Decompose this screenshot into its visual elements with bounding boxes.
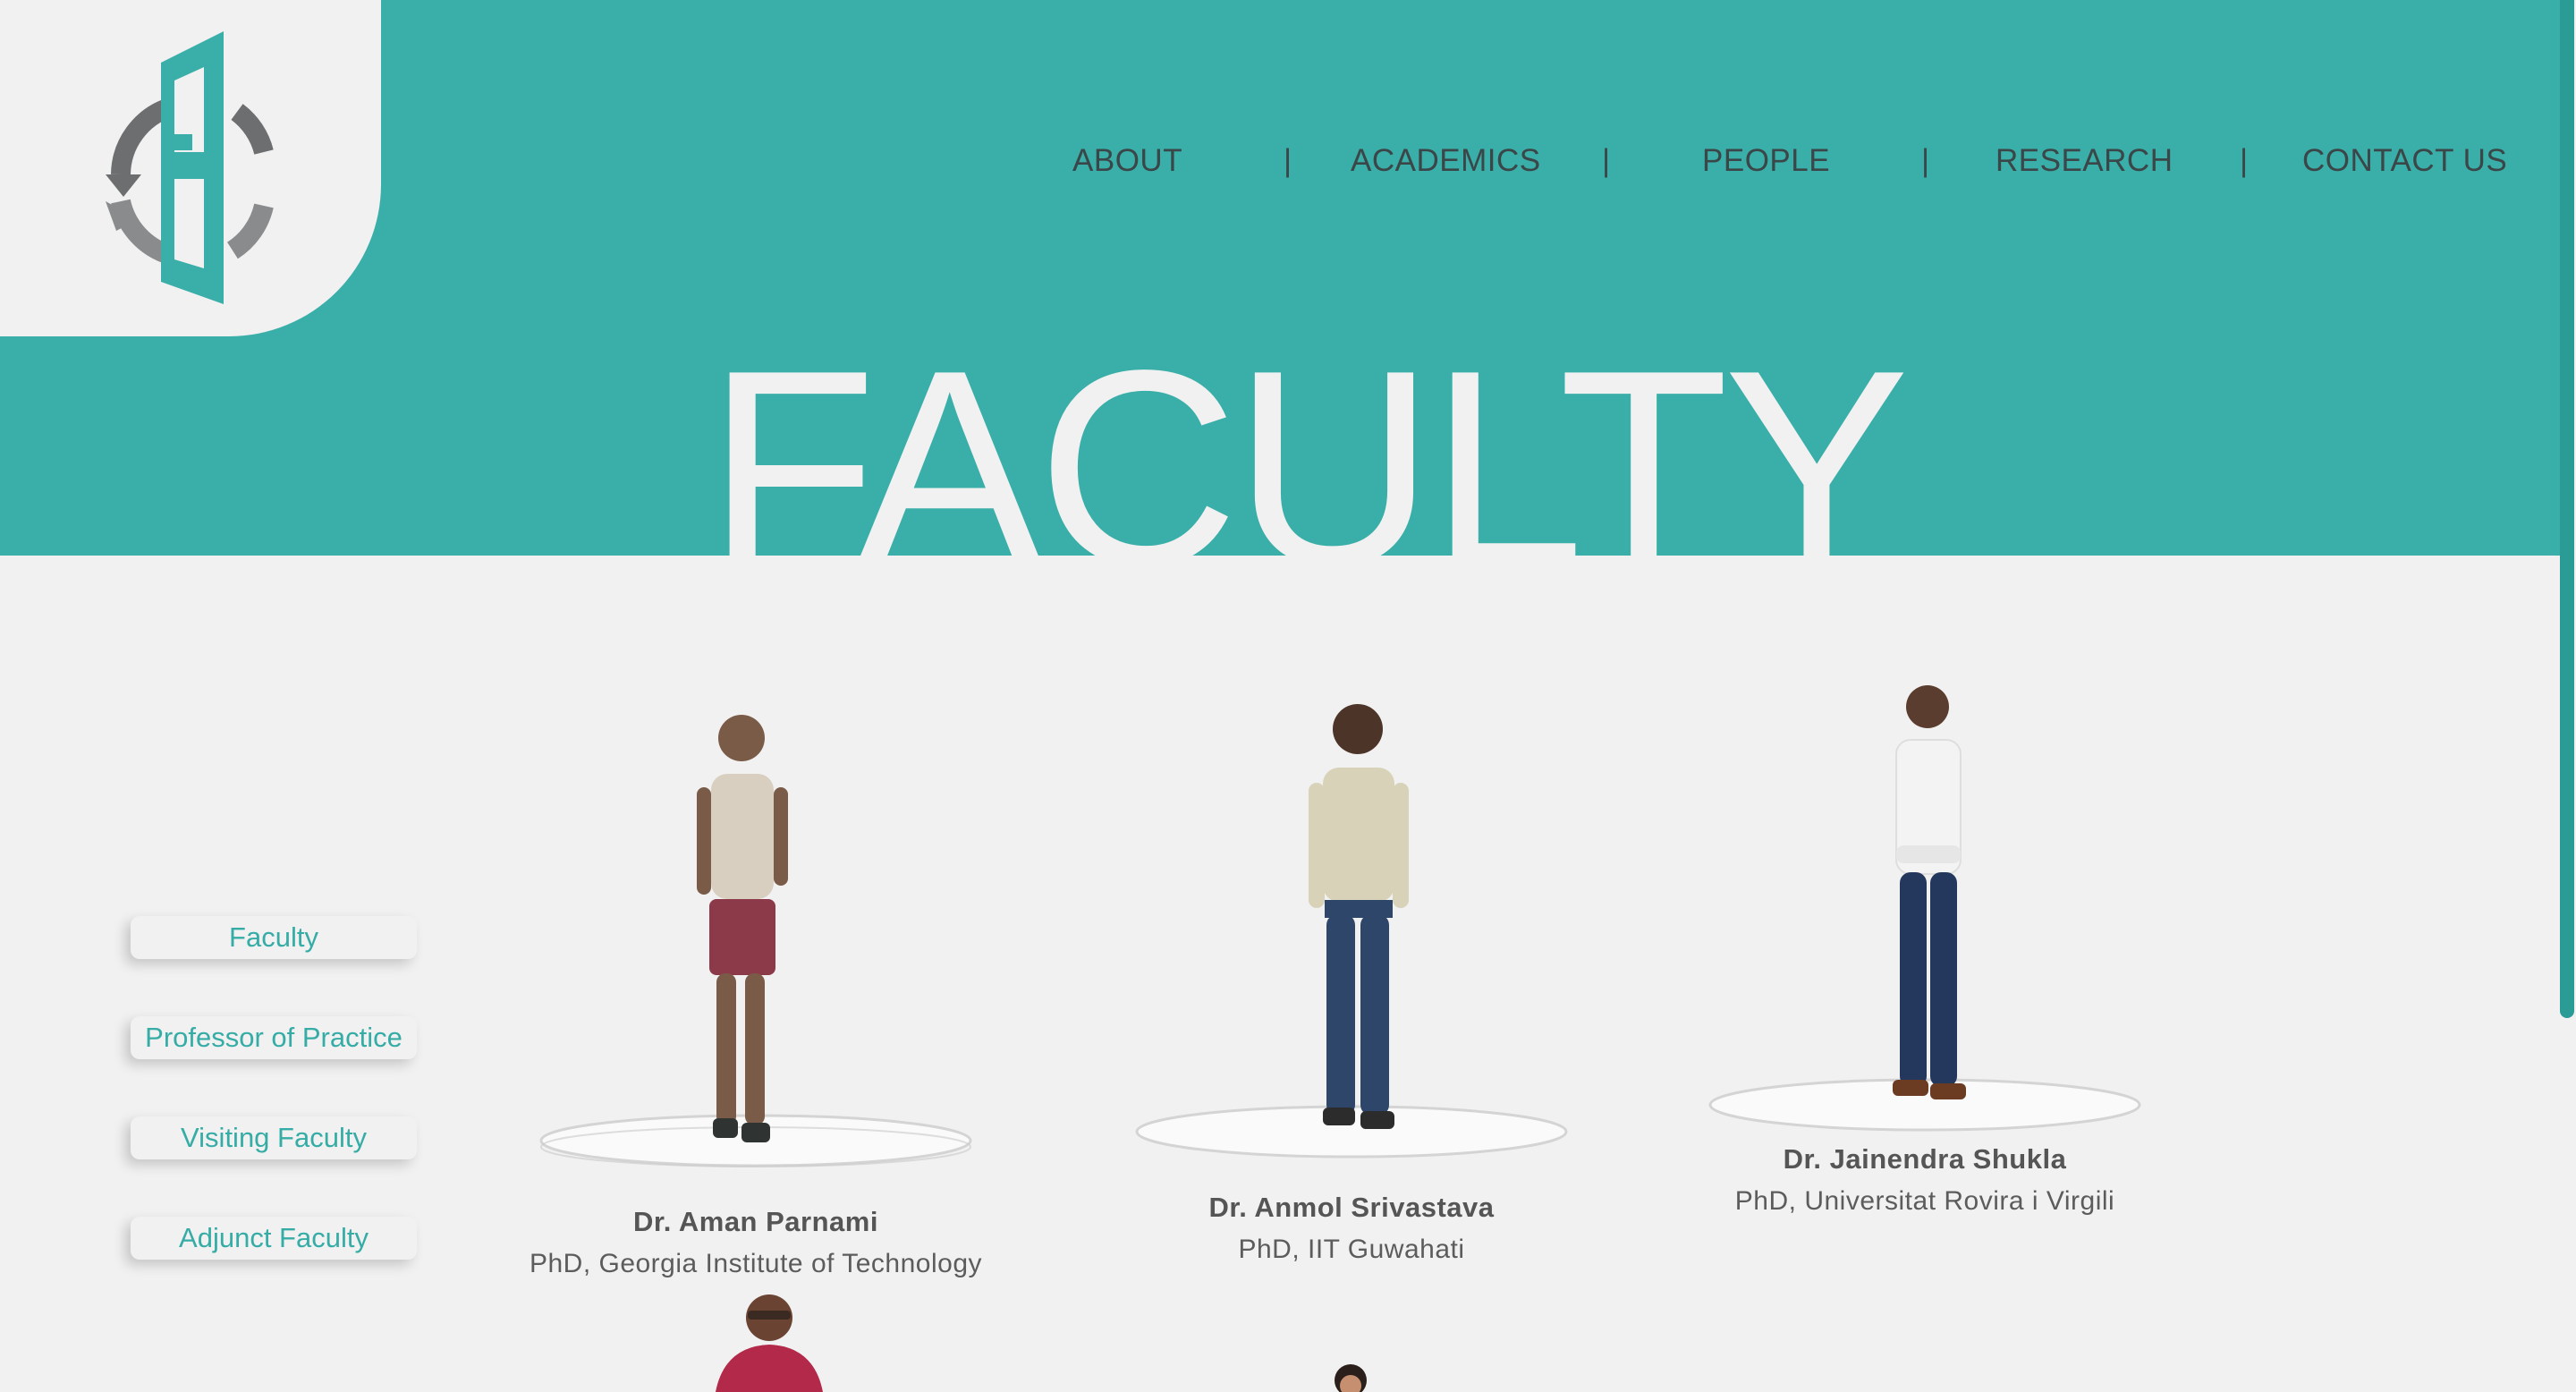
nav-people[interactable]: PEOPLE [1702, 143, 1830, 179]
filter-faculty-button[interactable]: Faculty [131, 916, 417, 959]
faculty-card[interactable]: Dr. Anmol Srivastava PhD, IIT Guwahati [1101, 680, 1602, 1264]
faculty-card[interactable]: Dr. Aman Parnami PhD, Georgia Institute … [505, 689, 1006, 1278]
faculty-card[interactable]: Dr. Jainendra Shukla PhD, Universitat Ro… [1674, 666, 2175, 1221]
nav-contact-us[interactable]: CONTACT US [2302, 143, 2507, 179]
filter-professor-of-practice-button[interactable]: Professor of Practice [131, 1016, 417, 1059]
faculty-photo-partial [1335, 1364, 1367, 1392]
nav-about[interactable]: ABOUT [1072, 143, 1182, 179]
scrollbar-thumb[interactable] [2560, 0, 2574, 1018]
nav-separator: | [1602, 143, 1611, 178]
nav-separator: | [1921, 143, 1930, 178]
faculty-degree: PhD, Universitat Rovira i Virgili [1734, 1186, 2115, 1216]
filter-visiting-faculty-button[interactable]: Visiting Faculty [131, 1116, 417, 1159]
faculty-degree: PhD, Georgia Institute of Technology [529, 1249, 983, 1278]
nav-research[interactable]: RESEARCH [1996, 143, 2173, 179]
faculty-photo [539, 715, 972, 1167]
faculty-name[interactable]: Dr. Jainendra Shukla [1674, 1143, 2175, 1176]
nav-academics[interactable]: ACADEMICS [1351, 143, 1541, 179]
faculty-degree: PhD, IIT Guwahati [1238, 1235, 1465, 1264]
main-nav: ABOUT | ACADEMICS | PEOPLE | RESEARCH | … [0, 143, 2560, 188]
faculty-name[interactable]: Dr. Anmol Srivastava [1101, 1192, 1602, 1224]
scrollbar-track[interactable] [2560, 0, 2576, 1392]
faculty-name[interactable]: Dr. Aman Parnami [505, 1206, 1006, 1238]
filter-adjunct-faculty-button[interactable]: Adjunct Faculty [131, 1217, 417, 1260]
header-banner: ABOUT | ACADEMICS | PEOPLE | RESEARCH | … [0, 0, 2560, 556]
nav-separator: | [1284, 143, 1292, 178]
nav-separator: | [2240, 143, 2249, 178]
faculty-photo-partial [716, 1294, 823, 1392]
faculty-photo [1135, 704, 1568, 1159]
page-title: FACULTY [707, 313, 1910, 556]
faculty-photo [1708, 685, 2141, 1132]
